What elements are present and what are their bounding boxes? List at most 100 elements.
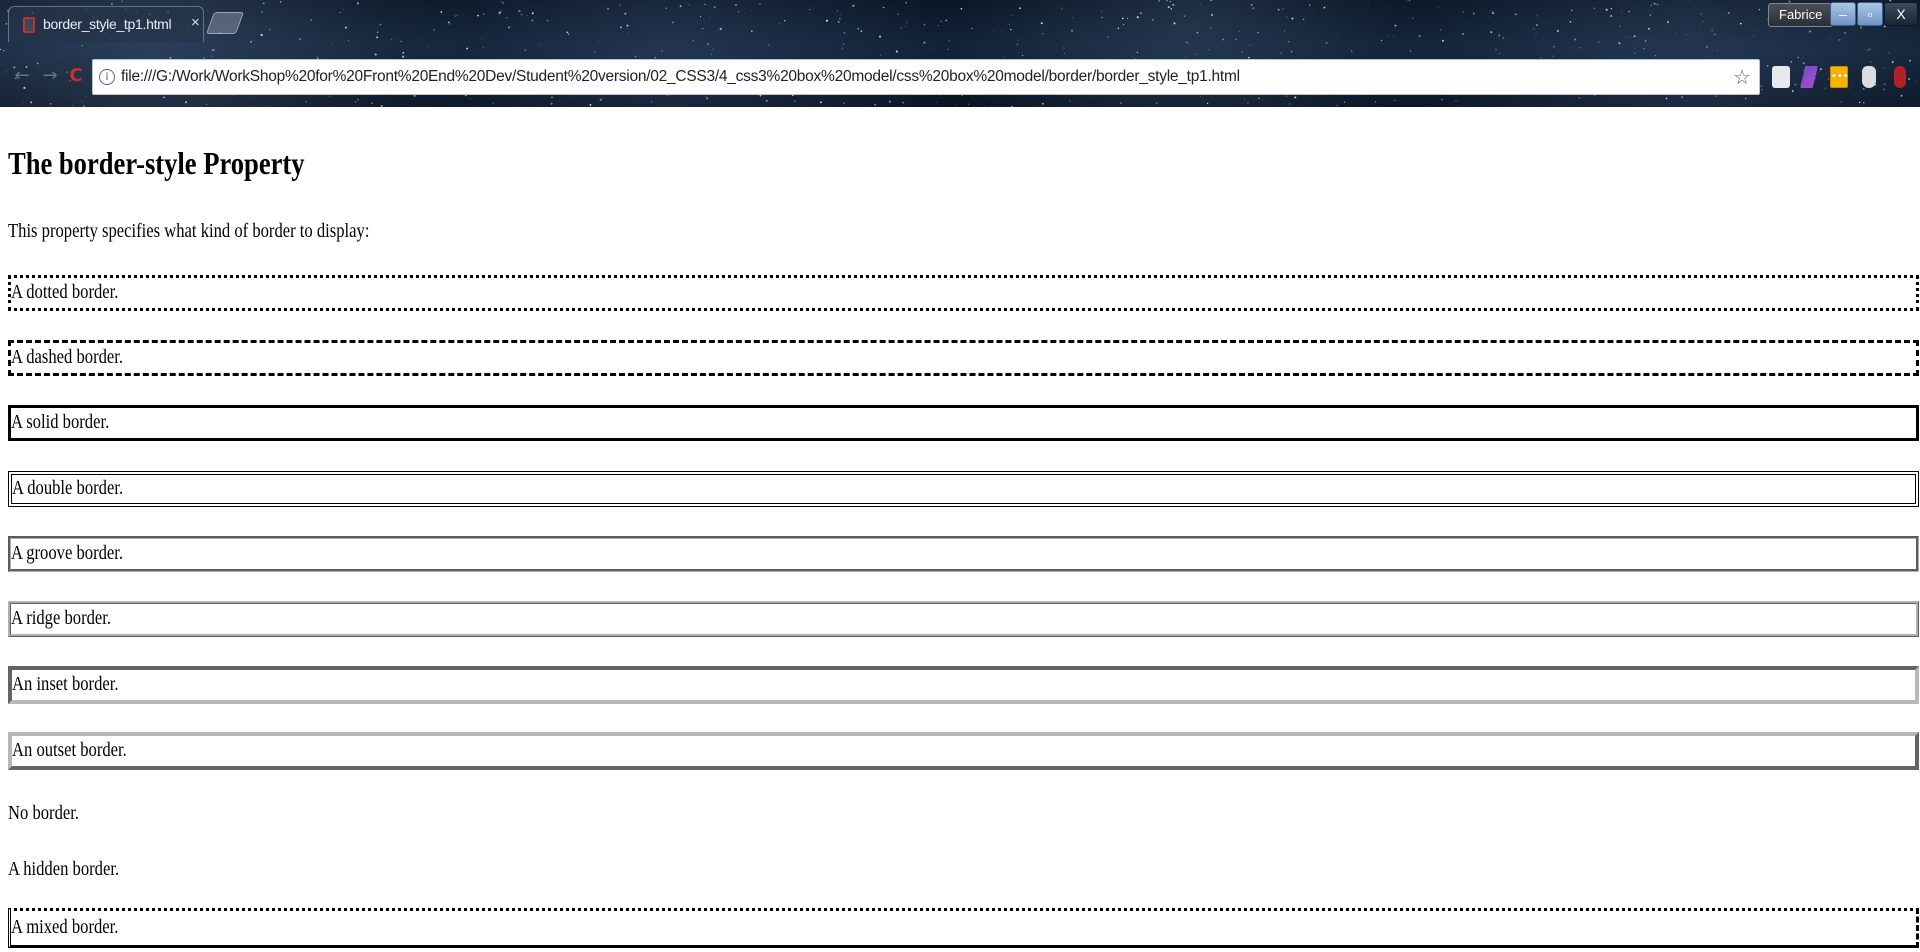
- bookmark-star-icon[interactable]: ☆: [1733, 65, 1751, 89]
- star: [902, 101, 905, 104]
- star: [1186, 41, 1188, 44]
- star: [1016, 43, 1018, 45]
- star: [594, 51, 596, 54]
- box-label: A dotted border.: [11, 281, 119, 303]
- star: [759, 94, 762, 97]
- star: [923, 41, 926, 44]
- star: [1838, 38, 1841, 41]
- star: [477, 14, 479, 17]
- star: [1706, 45, 1709, 49]
- minimize-button[interactable]: –: [1830, 2, 1856, 26]
- star: [1042, 33, 1044, 35]
- star: [1101, 16, 1103, 19]
- star: [1136, 16, 1139, 19]
- star: [466, 47, 468, 50]
- extension-icon[interactable]: •••: [1830, 66, 1849, 88]
- extension-icon[interactable]: [1894, 66, 1906, 88]
- star: [520, 13, 523, 16]
- outset-border-box: An outset border.: [8, 732, 1919, 770]
- hidden-border-box: A hidden border.: [8, 857, 1919, 887]
- star: [1248, 44, 1250, 46]
- star: [260, 33, 263, 37]
- star: [1309, 4, 1311, 6]
- star: [1473, 12, 1475, 15]
- star: [402, 55, 405, 58]
- star: [1107, 36, 1109, 38]
- star: [1488, 16, 1490, 18]
- star: [843, 43, 845, 45]
- address-bar[interactable]: i file:///G:/Work/WorkShop%20for%20Front…: [92, 59, 1760, 95]
- star: [1686, 34, 1687, 35]
- star: [1008, 23, 1010, 25]
- star: [707, 43, 710, 46]
- intro-text: This property specifies what kind of bor…: [8, 220, 370, 242]
- close-tab-icon[interactable]: ×: [191, 14, 200, 31]
- browser-tab[interactable]: border_style_tp1.html ×: [8, 6, 204, 42]
- star: [1860, 26, 1862, 29]
- star: [376, 36, 379, 39]
- star: [971, 27, 973, 29]
- star: [1117, 27, 1120, 29]
- star: [1061, 8, 1063, 10]
- star: [1744, 97, 1747, 100]
- star: [1183, 15, 1186, 17]
- star: [1412, 17, 1414, 19]
- reload-icon[interactable]: C: [66, 66, 86, 86]
- star: [843, 31, 846, 34]
- star: [61, 56, 63, 58]
- star: [5, 23, 8, 25]
- star: [49, 102, 52, 105]
- star: [1199, 96, 1201, 98]
- star: [640, 31, 641, 33]
- star: [413, 95, 416, 97]
- star: [665, 7, 667, 9]
- star: [1808, 30, 1811, 33]
- star: [1167, 6, 1170, 9]
- star: [599, 40, 601, 42]
- star: [835, 25, 837, 27]
- star: [1284, 30, 1286, 32]
- star: [947, 48, 949, 51]
- star: [1802, 62, 1805, 65]
- maximize-button[interactable]: ▫: [1857, 2, 1883, 26]
- close-window-button[interactable]: X: [1884, 2, 1918, 26]
- star: [1277, 8, 1280, 11]
- star: [550, 102, 553, 105]
- star: [328, 95, 330, 97]
- star: [111, 3, 113, 5]
- star: [1628, 10, 1630, 13]
- star: [750, 30, 753, 32]
- star: [250, 40, 253, 43]
- star: [1206, 102, 1209, 105]
- star: [1802, 57, 1804, 59]
- forward-arrow-icon[interactable]: →: [40, 66, 60, 86]
- star: [706, 97, 709, 100]
- star: [85, 96, 87, 97]
- star: [1761, 89, 1763, 91]
- star: [1535, 33, 1537, 35]
- star: [305, 100, 307, 103]
- back-arrow-icon[interactable]: ←: [12, 66, 32, 86]
- star: [1286, 16, 1288, 18]
- profile-button[interactable]: Fabrice: [1768, 3, 1834, 27]
- info-icon[interactable]: i: [99, 69, 115, 85]
- star: [1794, 83, 1797, 86]
- extension-icon[interactable]: [1772, 66, 1790, 88]
- star: [1441, 99, 1443, 101]
- star: [888, 100, 891, 103]
- star: [482, 13, 485, 15]
- box-label: A ridge border.: [11, 607, 112, 629]
- star: [1063, 47, 1065, 49]
- star: [1408, 0, 1411, 2]
- star: [261, 11, 263, 13]
- browser-chrome: border_style_tp1.html × Fabrice – ▫ X ← …: [0, 0, 1920, 107]
- extension-icon[interactable]: [1862, 66, 1876, 88]
- star: [765, 99, 768, 102]
- star: [1797, 83, 1798, 84]
- url-text[interactable]: file:///G:/Work/WorkShop%20for%20Front%2…: [121, 68, 1240, 86]
- star: [860, 29, 862, 31]
- star: [897, 13, 899, 16]
- mixed-border-box: A mixed border.: [8, 908, 1919, 948]
- star: [1235, 38, 1237, 40]
- star: [1758, 8, 1761, 11]
